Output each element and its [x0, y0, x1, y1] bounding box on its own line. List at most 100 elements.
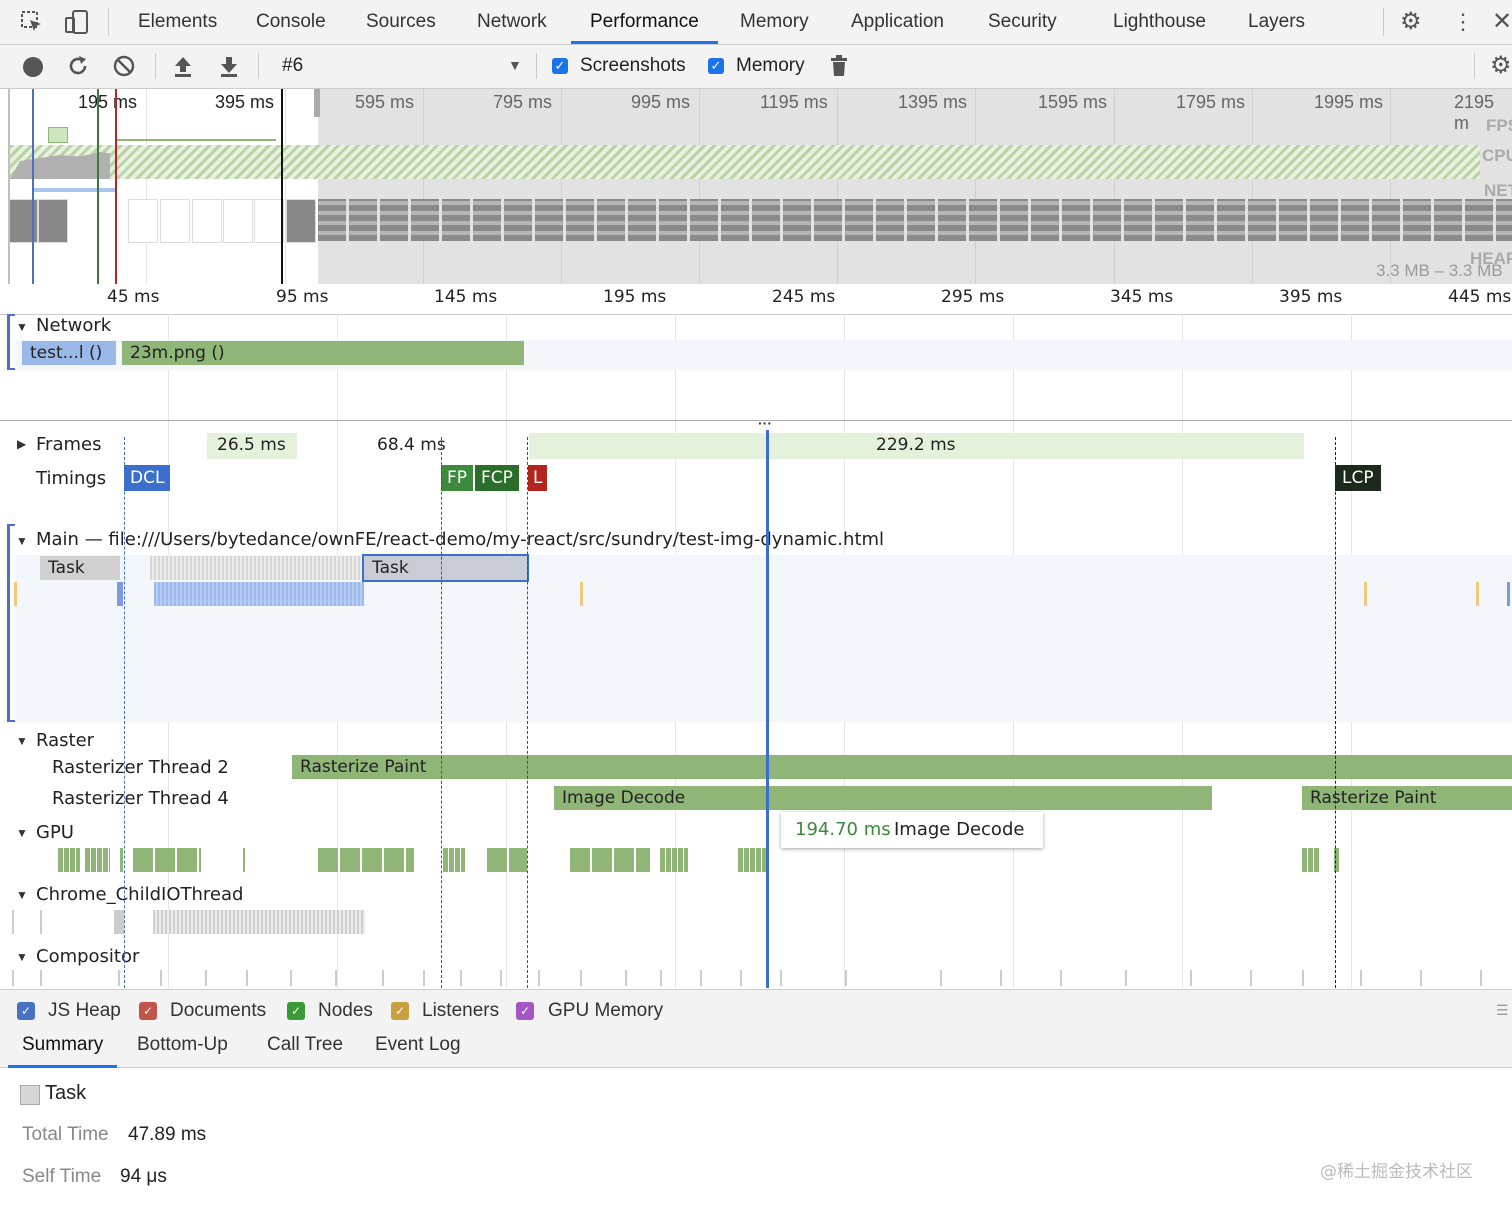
- screenshot-thumbnail[interactable]: [128, 199, 158, 243]
- screenshot-thumbnail[interactable]: [1403, 199, 1431, 241]
- screenshot-thumbnail[interactable]: [938, 199, 966, 241]
- compositor-event[interactable]: [423, 970, 425, 986]
- compositor-event[interactable]: [780, 970, 782, 986]
- compositor-event[interactable]: [625, 970, 627, 986]
- screenshot-thumbnail[interactable]: [597, 199, 625, 241]
- splitter-handle-icon[interactable]: ···: [758, 415, 772, 431]
- documents-checkbox[interactable]: ✓: [139, 1002, 157, 1020]
- rasterize-paint-bar[interactable]: Rasterize Paint: [1302, 786, 1512, 810]
- screenshot-thumbnail[interactable]: [473, 199, 501, 241]
- main-flame-chart[interactable]: [15, 555, 1512, 722]
- gpu-task[interactable]: [1302, 848, 1320, 872]
- screenshot-thumbnail[interactable]: [845, 199, 873, 241]
- screenshot-thumbnail[interactable]: [160, 199, 190, 243]
- gpu-task[interactable]: [487, 848, 527, 872]
- screenshot-thumbnail[interactable]: [566, 199, 594, 241]
- collapse-triangle-icon[interactable]: ▼: [16, 734, 28, 748]
- compositor-event[interactable]: [12, 970, 14, 986]
- compositor-event[interactable]: [1125, 970, 1127, 986]
- upload-icon[interactable]: [172, 54, 194, 78]
- screenshot-thumbnail[interactable]: [504, 199, 532, 241]
- compositor-event[interactable]: [118, 970, 120, 986]
- image-decode-bar[interactable]: Image Decode: [554, 786, 1212, 810]
- compositor-event[interactable]: [660, 970, 662, 986]
- collapse-triangle-icon[interactable]: ▼: [16, 534, 28, 548]
- screenshot-thumbnail[interactable]: [1000, 199, 1028, 241]
- screenshot-thumbnail[interactable]: [659, 199, 687, 241]
- gpu-task[interactable]: [570, 848, 650, 872]
- script-block[interactable]: [14, 582, 17, 606]
- compositor-event[interactable]: [40, 970, 42, 986]
- screenshot-thumbnail[interactable]: [254, 199, 284, 243]
- io-event[interactable]: [40, 910, 42, 934]
- compositor-event[interactable]: [700, 970, 702, 986]
- selection-handle-left[interactable]: [8, 89, 10, 284]
- tab-console[interactable]: Console: [256, 0, 326, 44]
- gpu-task[interactable]: [58, 848, 80, 872]
- function-call-block[interactable]: [117, 582, 123, 606]
- screenshot-thumbnail[interactable]: [1124, 199, 1152, 241]
- screenshot-thumbnail[interactable]: [783, 199, 811, 241]
- more-options-icon[interactable]: ⋮: [1452, 8, 1474, 36]
- compositor-event[interactable]: [160, 970, 162, 986]
- screenshot-thumbnail[interactable]: [721, 199, 749, 241]
- lcp-marker[interactable]: LCP: [1335, 465, 1381, 491]
- compositor-event[interactable]: [205, 970, 207, 986]
- gpu-task[interactable]: [243, 848, 245, 872]
- raster-track-label[interactable]: Raster: [36, 730, 94, 751]
- tab-elements[interactable]: Elements: [138, 0, 217, 44]
- screenshot-thumbnail[interactable]: [907, 199, 935, 241]
- close-icon[interactable]: ✕: [1492, 8, 1512, 36]
- compositor-event[interactable]: [1420, 970, 1422, 986]
- gpu-task[interactable]: [318, 848, 414, 872]
- screenshot-thumbnail[interactable]: [1372, 199, 1400, 241]
- timeline-overview[interactable]: 195 ms 395 ms 595 ms 795 ms 995 ms 1195 …: [8, 89, 1512, 284]
- screenshot-thumbnail[interactable]: [535, 199, 563, 241]
- screenshot-thumbnail[interactable]: [752, 199, 780, 241]
- gpu-task[interactable]: [660, 848, 688, 872]
- screenshot-thumbnail[interactable]: [1310, 199, 1338, 241]
- reload-icon[interactable]: [66, 54, 90, 78]
- screenshot-thumbnail[interactable]: [1031, 199, 1059, 241]
- network-request-html[interactable]: test...l (): [22, 341, 116, 365]
- compositor-event[interactable]: [1000, 970, 1002, 986]
- panel-splitter[interactable]: [0, 420, 1512, 421]
- nodes-checkbox[interactable]: ✓: [287, 1002, 305, 1020]
- compositor-event[interactable]: [580, 970, 582, 986]
- compositor-event[interactable]: [500, 970, 502, 986]
- gpu-task[interactable]: [133, 848, 201, 872]
- collapse-triangle-icon[interactable]: ▼: [16, 826, 28, 840]
- screenshot-thumbnail[interactable]: [814, 199, 842, 241]
- compositor-event[interactable]: [845, 970, 847, 986]
- main-thread-label[interactable]: Main — file:///Users/bytedance/ownFE/rea…: [36, 529, 884, 550]
- tab-application[interactable]: Application: [851, 0, 944, 44]
- screenshot-thumbnail[interactable]: [442, 199, 470, 241]
- compositor-event[interactable]: [335, 970, 337, 986]
- chevron-down-icon[interactable]: ▼: [508, 57, 522, 73]
- screenshot-thumbnail[interactable]: [876, 199, 904, 241]
- compositor-event[interactable]: [246, 970, 248, 986]
- compositor-event[interactable]: [1302, 970, 1304, 986]
- tab-event-log[interactable]: Event Log: [375, 1025, 461, 1065]
- screenshot-thumbnail[interactable]: [1062, 199, 1090, 241]
- tab-call-tree[interactable]: Call Tree: [267, 1025, 343, 1065]
- screenshot-thumbnail[interactable]: [349, 199, 377, 241]
- compositor-row[interactable]: [0, 970, 1512, 986]
- script-block[interactable]: [1364, 582, 1367, 606]
- trash-icon[interactable]: [830, 55, 848, 77]
- function-call-block[interactable]: [1507, 582, 1510, 606]
- screenshot-thumbnail[interactable]: [969, 199, 997, 241]
- tab-layers[interactable]: Layers: [1248, 0, 1305, 44]
- collapse-triangle-icon[interactable]: ▼: [16, 888, 28, 902]
- compositor-event[interactable]: [740, 970, 742, 986]
- screenshot-thumbnail[interactable]: [1434, 199, 1462, 241]
- screenshot-thumbnail[interactable]: [380, 199, 408, 241]
- screenshot-thumbnail[interactable]: [1465, 199, 1493, 241]
- settings-gear-icon[interactable]: ⚙: [1400, 10, 1424, 34]
- js-heap-checkbox[interactable]: ✓: [17, 1002, 35, 1020]
- compositor-event[interactable]: [1190, 970, 1192, 986]
- tab-performance[interactable]: Performance: [571, 0, 718, 44]
- tab-memory[interactable]: Memory: [740, 0, 809, 44]
- tab-lighthouse[interactable]: Lighthouse: [1113, 0, 1206, 44]
- gpu-track-label[interactable]: GPU: [36, 822, 74, 843]
